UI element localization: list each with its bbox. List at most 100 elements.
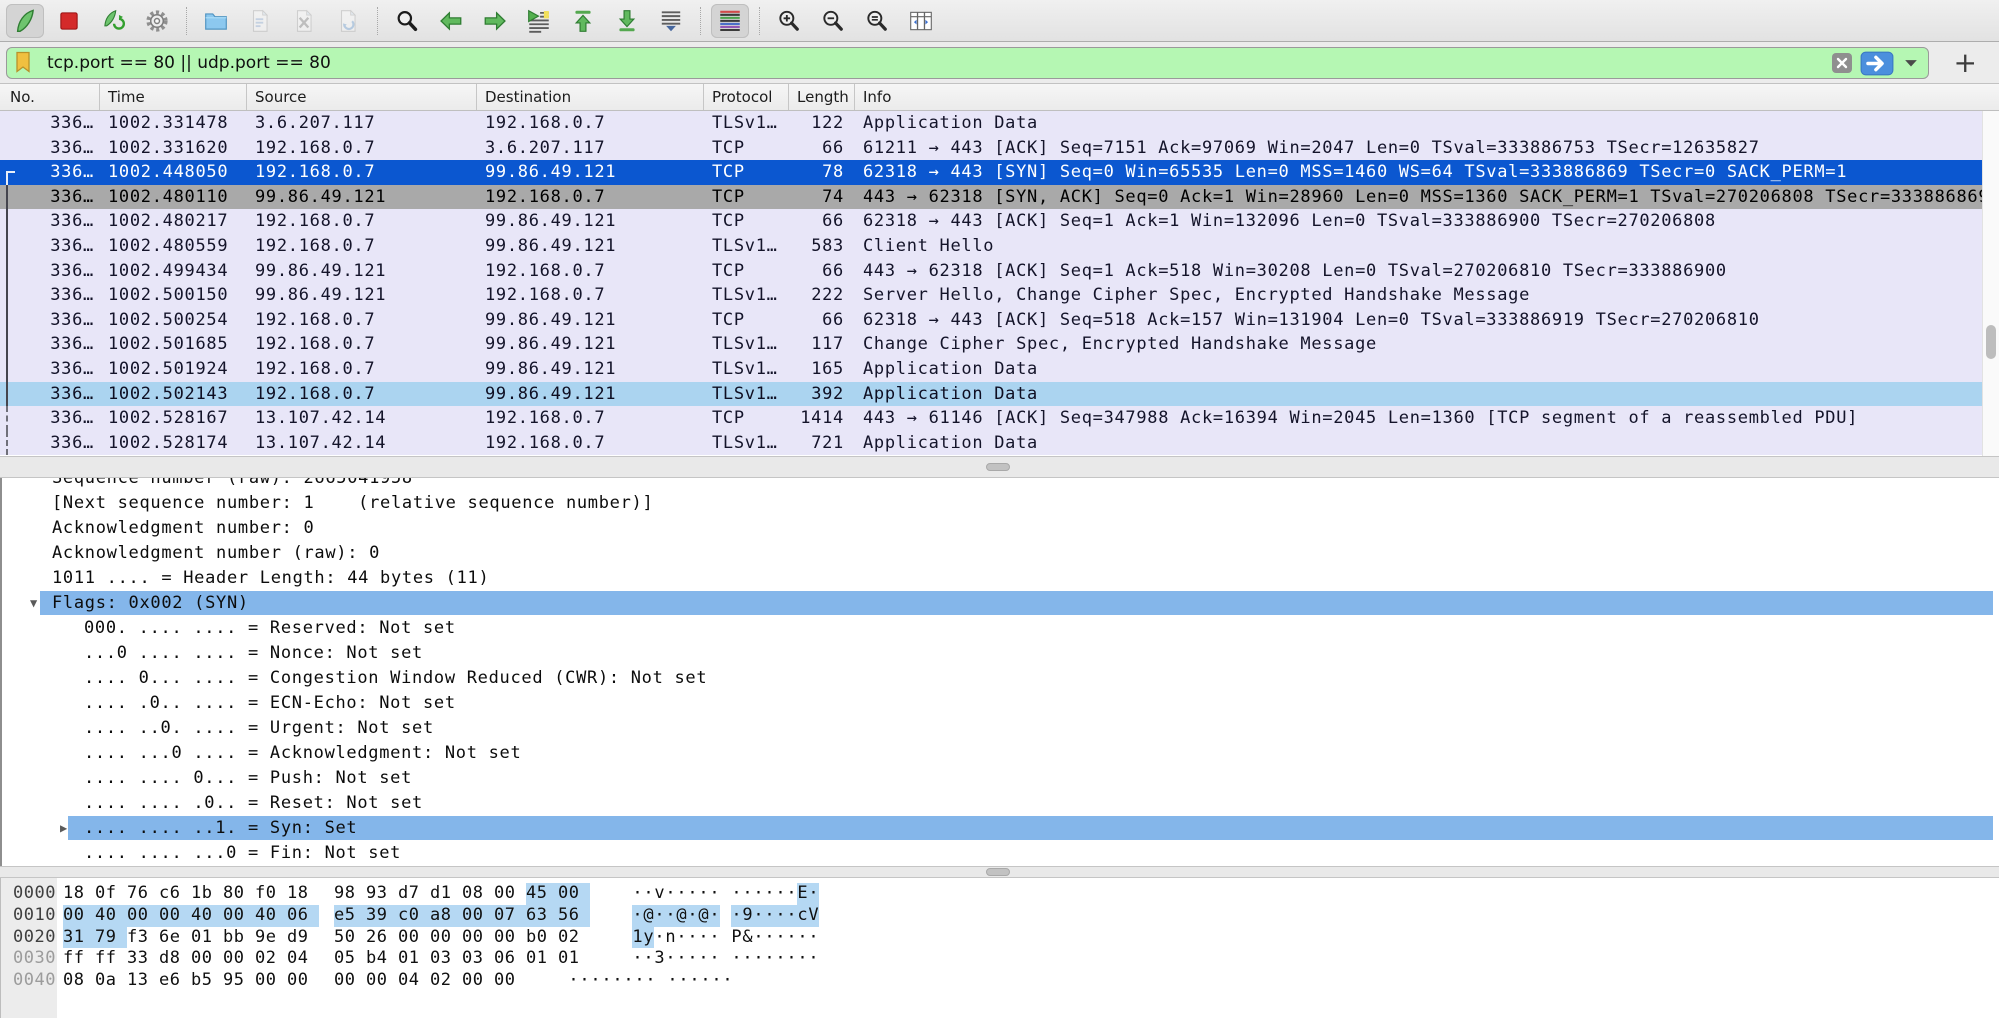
open-file-button[interactable] xyxy=(197,4,235,38)
pane-splitter-bottom[interactable] xyxy=(0,866,1999,878)
cell-len: 222 xyxy=(789,283,855,308)
hex-byte: 00 xyxy=(63,905,95,927)
save-file-button[interactable] xyxy=(241,4,279,38)
detail-line[interactable]: ...0 .... .... = Nonce: Not set xyxy=(2,641,1999,666)
detail-line[interactable]: ▼Flags: 0x002 (SYN) xyxy=(2,591,1999,616)
zoom-in-button[interactable] xyxy=(770,4,808,38)
reload-file-button[interactable] xyxy=(329,4,367,38)
hex-row[interactable]: 00203179f36e01bb9ed9502600000000b0021y·n… xyxy=(1,927,1999,949)
go-back-button[interactable] xyxy=(432,4,470,38)
zoom-reset-button[interactable] xyxy=(858,4,896,38)
column-header-length[interactable]: Length xyxy=(789,84,855,110)
packet-row[interactable]: 336…1002.502143192.168.0.799.86.49.121TL… xyxy=(0,382,1982,407)
cell-info: Server Hello, Change Cipher Spec, Encryp… xyxy=(855,283,1982,308)
capture-options-button[interactable] xyxy=(138,4,176,38)
hex-row[interactable]: 0000180f76c61b80f0189893d7d108004500··v·… xyxy=(1,883,1999,905)
restart-fin-icon xyxy=(100,8,126,34)
start-capture-button[interactable] xyxy=(6,4,44,38)
detail-line[interactable]: ▶.... .... ..1. = Syn: Set xyxy=(2,816,1999,841)
go-forward-button[interactable] xyxy=(476,4,514,38)
packet-row[interactable]: 336…1002.48011099.86.49.121192.168.0.7TC… xyxy=(0,185,1982,210)
auto-scroll-button[interactable] xyxy=(652,4,690,38)
detail-text: .... .0.. .... = ECN-Echo: Not set xyxy=(84,691,456,716)
filter-expression[interactable]: tcp.port == 80 || udp.port == 80 xyxy=(47,53,1830,73)
add-filter-button[interactable]: + xyxy=(1954,44,1977,82)
hex-byte: 31 xyxy=(63,927,95,949)
detail-line[interactable]: Sequence number (raw): 2665041958 xyxy=(2,478,1999,491)
packet-bytes-pane[interactable]: 0000180f76c61b80f0189893d7d108004500··v·… xyxy=(0,878,1999,1018)
detail-line[interactable]: Acknowledgment number: 0 xyxy=(2,516,1999,541)
cell-time: 1002.448050 xyxy=(100,160,247,185)
splitter-grip-icon[interactable] xyxy=(986,463,1010,471)
expand-arrow-icon[interactable]: ▶ xyxy=(60,816,68,841)
restart-capture-button[interactable] xyxy=(94,4,132,38)
filter-dropdown-caret-icon[interactable] xyxy=(1904,58,1918,68)
go-to-packet-button[interactable] xyxy=(520,4,558,38)
packet-row[interactable]: 336…1002.448050192.168.0.799.86.49.121TC… xyxy=(0,160,1982,185)
detail-line[interactable]: .... .0.. .... = ECN-Echo: Not set xyxy=(2,691,1999,716)
scrollbar-thumb[interactable] xyxy=(1986,325,1996,359)
packet-row[interactable]: 336…1002.52816713.107.42.14192.168.0.7TC… xyxy=(0,406,1982,431)
cell-proto: TLSv1… xyxy=(704,431,789,456)
pane-splitter-top[interactable] xyxy=(0,456,1999,478)
packet-row[interactable]: 336…1002.331620192.168.0.73.6.207.117TCP… xyxy=(0,136,1982,161)
packet-list-scrollbar[interactable] xyxy=(1982,111,1999,456)
packet-row[interactable]: 336…1002.50015099.86.49.121192.168.0.7TL… xyxy=(0,283,1982,308)
zoom-out-button[interactable] xyxy=(814,4,852,38)
packet-row[interactable]: 336…1002.3314783.6.207.117192.168.0.7TLS… xyxy=(0,111,1982,136)
colorize-button[interactable] xyxy=(711,4,749,38)
cell-info: 62318 → 443 [SYN] Seq=0 Win=65535 Len=0 … xyxy=(855,160,1982,185)
detail-line[interactable]: 1011 .... = Header Length: 44 bytes (11) xyxy=(2,566,1999,591)
find-packet-button[interactable] xyxy=(388,4,426,38)
bookmark-icon[interactable] xyxy=(15,51,33,75)
hex-row[interactable]: 00100040000040004006e539c0a800076356·@··… xyxy=(1,905,1999,927)
stop-capture-button[interactable] xyxy=(50,4,88,38)
packet-row[interactable]: 336…1002.500254192.168.0.799.86.49.121TC… xyxy=(0,308,1982,333)
close-file-button[interactable] xyxy=(285,4,323,38)
detail-line[interactable]: [Next sequence number: 1 (relative seque… xyxy=(2,491,1999,516)
ascii-char: · xyxy=(775,948,786,970)
apply-filter-icon[interactable] xyxy=(1860,51,1894,76)
hex-byte: 40 xyxy=(255,905,287,927)
column-header-info[interactable]: Info xyxy=(855,84,1999,110)
column-header-time[interactable]: Time xyxy=(100,84,247,110)
hex-byte: 04 xyxy=(287,948,319,970)
hex-row[interactable]: 0030ffff33d80000020405b4010303060101··3·… xyxy=(1,948,1999,970)
hex-byte: 00 xyxy=(191,948,223,970)
hex-byte: 18 xyxy=(63,883,95,905)
detail-line[interactable]: Acknowledgment number (raw): 0 xyxy=(2,541,1999,566)
hex-byte: 03 xyxy=(430,948,462,970)
resize-columns-button[interactable] xyxy=(902,4,940,38)
ascii-char: · xyxy=(731,883,742,905)
packet-row[interactable]: 336…1002.49943499.86.49.121192.168.0.7TC… xyxy=(0,259,1982,284)
splitter-grip-icon[interactable] xyxy=(986,868,1010,876)
ascii-char: & xyxy=(742,927,753,949)
hex-byte: f3 xyxy=(127,927,159,949)
detail-line[interactable]: .... ..0. .... = Urgent: Not set xyxy=(2,716,1999,741)
display-filter-input[interactable]: tcp.port == 80 || udp.port == 80 xyxy=(6,47,1929,79)
detail-line[interactable]: .... ...0 .... = Acknowledgment: Not set xyxy=(2,741,1999,766)
detail-line[interactable]: 000. .... .... = Reserved: Not set xyxy=(2,616,1999,641)
detail-line[interactable]: .... .... .0.. = Reset: Not set xyxy=(2,791,1999,816)
cell-info: 443 → 62318 [ACK] Seq=1 Ack=518 Win=3020… xyxy=(855,259,1982,284)
packet-row[interactable]: 336…1002.480217192.168.0.799.86.49.121TC… xyxy=(0,209,1982,234)
collapse-arrow-icon[interactable]: ▼ xyxy=(30,591,38,616)
packet-details-pane[interactable]: Sequence number (raw): 2665041958[Next s… xyxy=(0,478,1999,866)
detail-line[interactable]: .... .... ...0 = Fin: Not set xyxy=(2,841,1999,866)
column-header-destination[interactable]: Destination xyxy=(477,84,704,110)
packet-row[interactable]: 336…1002.52817413.107.42.14192.168.0.7TL… xyxy=(0,431,1982,456)
column-header-protocol[interactable]: Protocol xyxy=(704,84,789,110)
hex-row[interactable]: 0040080a13e6b5950000000004020000········… xyxy=(1,970,1999,992)
detail-line[interactable]: .... .... 0... = Push: Not set xyxy=(2,766,1999,791)
packet-row[interactable]: 336…1002.480559192.168.0.799.86.49.121TL… xyxy=(0,234,1982,259)
packet-row[interactable]: 336…1002.501685192.168.0.799.86.49.121TL… xyxy=(0,332,1982,357)
column-header-no[interactable]: No. xyxy=(0,84,100,110)
cell-dst: 99.86.49.121 xyxy=(477,308,704,333)
go-first-button[interactable] xyxy=(564,4,602,38)
go-last-button[interactable] xyxy=(608,4,646,38)
detail-line[interactable]: .... 0... .... = Congestion Window Reduc… xyxy=(2,666,1999,691)
column-header-source[interactable]: Source xyxy=(247,84,477,110)
cell-dst: 99.86.49.121 xyxy=(477,332,704,357)
packet-row[interactable]: 336…1002.501924192.168.0.799.86.49.121TL… xyxy=(0,357,1982,382)
clear-filter-icon[interactable] xyxy=(1830,51,1854,75)
